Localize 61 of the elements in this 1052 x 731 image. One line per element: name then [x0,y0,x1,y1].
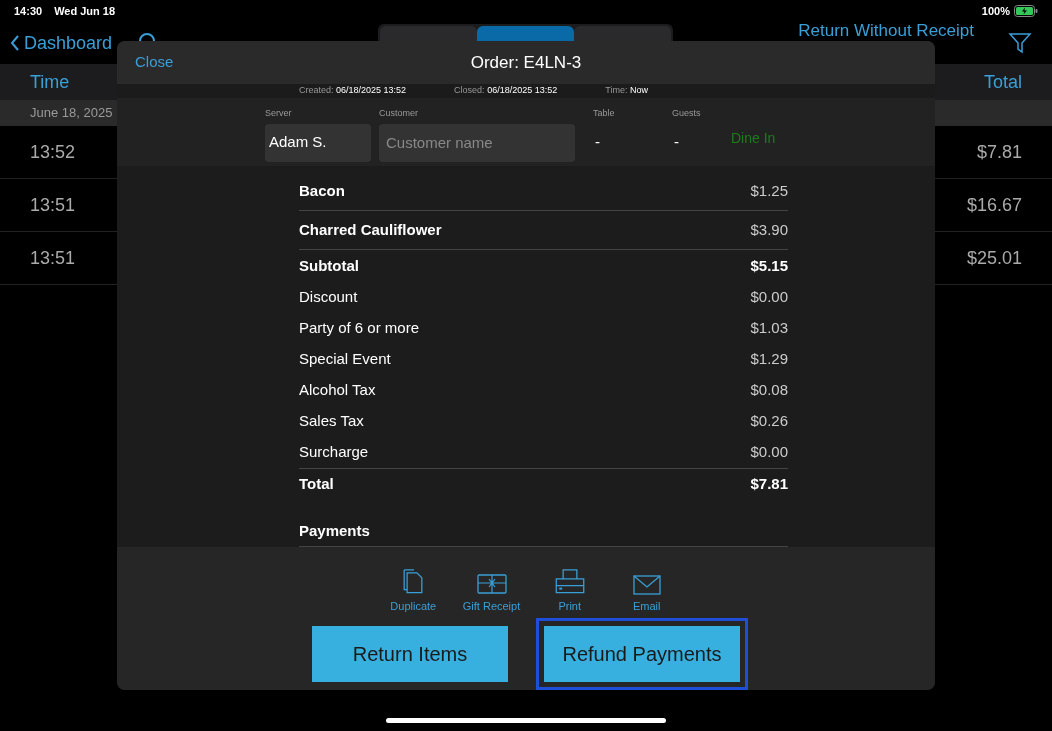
filter-icon[interactable] [1008,32,1032,54]
receipt-action-button[interactable]: Gift Receipt [462,569,521,614]
receipt-action-button[interactable]: Email [619,569,675,614]
table-value: - [594,132,601,153]
field-label: Table [593,107,616,121]
modal-title: Order: E4LN-3 [470,51,582,74]
battery-icon [1014,5,1038,17]
line-amount: $3.90 [750,219,788,240]
date-group-header: June 18, 2025 [30,104,113,123]
gift-card-icon [476,572,507,595]
order-total: $7.81 [976,140,1022,164]
printer-icon [554,569,585,595]
line-label: Alcohol Tax [299,380,376,401]
line-amount: $0.08 [750,380,788,401]
server-field[interactable]: Adam S. [265,123,371,162]
line-label: Subtotal [299,255,359,276]
line-amount: $7.81 [750,473,788,494]
order-total: $16.67 [966,193,1022,217]
line-label: Total [299,473,334,494]
order-total: $25.01 [966,246,1022,270]
line-amount: $1.03 [750,318,788,339]
status-date: Wed Jun 18 [54,3,116,19]
return-without-receipt-link[interactable]: Return Without Receipt [798,22,974,40]
order-time: 13:52 [30,140,76,164]
line-amount: $0.26 [750,411,788,432]
envelope-icon [632,574,661,595]
line-label: Bacon [299,180,345,201]
close-button[interactable]: Close [135,51,174,74]
line-label: Party of 6 or more [299,318,420,339]
order-meta: Created: 06/18/2025 13:52 [299,84,407,98]
back-button[interactable]: Dashboard [10,29,113,57]
line-amount: $1.29 [750,349,788,370]
field-label: Server [265,107,293,121]
order-meta: Closed: 06/18/2025 13:52 [454,84,558,98]
line-label: Discount [299,287,358,308]
order-time: 13:51 [30,246,76,270]
guests-value: - [673,132,680,153]
order-type: Dine In [731,128,776,148]
documents-icon [402,569,425,595]
line-label: Sales Tax [299,411,364,432]
order-meta: Time: Now [605,84,648,98]
receipt-action-button[interactable]: Duplicate [385,569,441,614]
status-time: 14:30 [14,3,43,19]
receipt-action-button[interactable]: Print [542,569,598,614]
action-button[interactable]: Refund Payments [536,618,748,690]
line-amount: $0.00 [750,442,788,463]
customer-name-field[interactable]: Customer name [379,123,575,162]
chevron-left-icon [10,35,20,51]
column-header: Time [30,70,70,94]
column-header: Total [983,70,1022,94]
battery-percent: 100% [981,3,1010,19]
order-time: 13:51 [30,193,76,217]
line-amount: $0.00 [750,287,788,308]
payments-heading: Payments [299,521,370,542]
line-label: Special Event [299,349,391,370]
field-label: Customer [379,107,419,121]
line-label: Surcharge [299,442,369,463]
line-label: Charred Cauliflower [299,219,442,240]
line-amount: $1.25 [750,180,788,201]
field-label: Guests [672,107,702,121]
line-amount: $5.15 [750,255,788,276]
